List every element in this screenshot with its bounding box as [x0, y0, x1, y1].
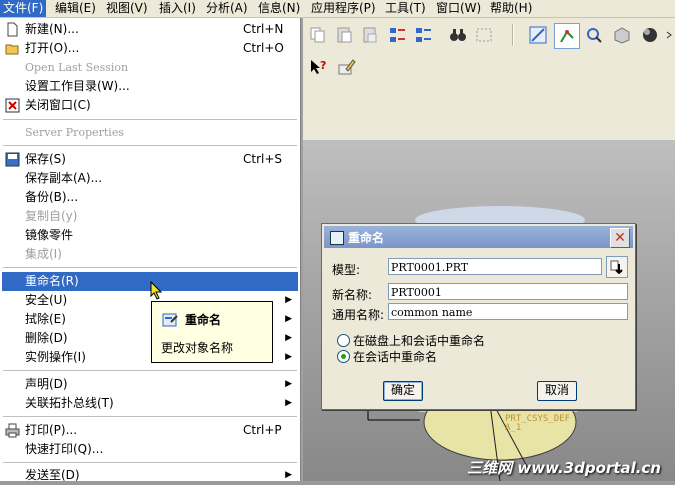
menu-item-quick-print[interactable]: 快速打印(Q)...: [2, 440, 298, 459]
context-help-icon[interactable]: ?: [306, 55, 330, 79]
menu-item-save[interactable]: 保存(S) Ctrl+S: [2, 150, 298, 169]
menu-item-open-last-session: Open Last Session: [25, 61, 129, 74]
menu-item-topology-bus[interactable]: 关联拓扑总线(T) ▶: [2, 394, 298, 413]
menu-bar: 文件(F) 编辑(E) 视图(V) 插入(I) 分析(A) 信息(N) 应用程序…: [0, 0, 675, 18]
new-file-icon: [5, 22, 20, 37]
submenu-arrow-icon: ▶: [285, 333, 292, 343]
radio-rename-disk-and-session[interactable]: [337, 334, 350, 347]
menu-edit[interactable]: 编辑(E): [52, 0, 99, 17]
rename-tooltip: 重命名 更改对象名称: [151, 301, 273, 363]
rename-icon: [162, 312, 178, 328]
menu-help[interactable]: 帮助(H): [487, 0, 535, 17]
ok-button[interactable]: 确定: [383, 381, 423, 401]
shading-icon[interactable]: [610, 23, 634, 47]
datum-display-icon[interactable]: [526, 23, 550, 47]
toolbar-row-1: [300, 20, 675, 51]
watermark: 三维网 www.3dportal.cn: [467, 459, 661, 477]
menu-item-set-working-directory[interactable]: 设置工作目录(W)...: [2, 77, 298, 96]
menu-view[interactable]: 视图(V): [103, 0, 151, 17]
select-model-button[interactable]: [606, 256, 628, 278]
menu-item-new[interactable]: 新建(N)... Ctrl+N: [2, 20, 298, 39]
paste-icon[interactable]: [332, 23, 356, 47]
select-arrow-icon: [610, 260, 623, 274]
toolbar-row-2: ?: [300, 52, 675, 83]
menu-item-integrate: 集成(I): [25, 247, 62, 261]
selection-box-icon[interactable]: [472, 23, 496, 47]
menu-item-close-window[interactable]: 关闭窗口(C): [2, 96, 298, 115]
mouse-cursor-icon: [150, 281, 163, 300]
open-folder-icon: [5, 41, 20, 56]
submenu-arrow-icon: ▶: [285, 295, 292, 305]
model-label: 模型:: [332, 263, 361, 277]
new-name-label: 新名称:: [332, 288, 373, 302]
radio-rename-disk-and-session-label: 在磁盘上和会话中重命名: [353, 334, 486, 348]
save-icon: [5, 152, 20, 167]
find-binoculars-icon[interactable]: [446, 23, 470, 47]
menu-tools[interactable]: 工具(T): [382, 0, 429, 17]
radio-rename-session-label: 在会话中重命名: [353, 350, 438, 364]
menu-insert[interactable]: 插入(I): [156, 0, 199, 17]
submenu-arrow-icon: ▶: [285, 352, 292, 362]
submenu-arrow-icon: ▶: [285, 314, 292, 324]
file-menu: 新建(N)... Ctrl+N 打开(O)... Ctrl+O Open Las…: [0, 18, 301, 482]
axis-label: A_1: [505, 423, 521, 433]
menu-item-declare[interactable]: 声明(D) ▶: [2, 375, 298, 394]
dialog-title: 重命名: [348, 231, 385, 245]
submenu-arrow-icon: ▶: [285, 398, 292, 408]
menu-item-copy-from: 复制自(y): [25, 209, 78, 223]
tooltip-title: 重命名: [185, 313, 222, 327]
menu-applications[interactable]: 应用程序(P): [308, 0, 379, 17]
menu-file[interactable]: 文件(F): [0, 0, 47, 17]
copy-icon[interactable]: [306, 23, 330, 47]
datum-axis-icon[interactable]: [554, 23, 580, 49]
menu-window[interactable]: 窗口(W): [433, 0, 484, 17]
print-icon: [5, 423, 20, 438]
radio-rename-session[interactable]: [337, 350, 350, 363]
toolbar-more-icon[interactable]: [662, 23, 675, 47]
menu-item-backup[interactable]: 备份(B)...: [2, 188, 298, 207]
menu-item-mirror-part[interactable]: 镜像零件: [2, 226, 298, 245]
rename-dialog: 重命名 ✕ 模型: PRT0001.PRT 新名称: PRT0001 通用名称:…: [321, 223, 636, 410]
dialog-app-icon: [330, 231, 344, 245]
regen-manager-icon[interactable]: [412, 23, 436, 47]
close-window-icon: [5, 98, 20, 113]
menu-item-save-copy[interactable]: 保存副本(A)...: [2, 169, 298, 188]
graphics-top-band: [300, 82, 675, 140]
common-name-field[interactable]: common name: [388, 303, 628, 320]
cancel-button[interactable]: 取消: [537, 381, 577, 401]
common-name-label: 通用名称:: [332, 308, 385, 322]
close-icon[interactable]: ✕: [610, 228, 630, 248]
sphere-shaded-icon[interactable]: [638, 23, 662, 47]
submenu-arrow-icon: ▶: [285, 379, 292, 389]
datum-point-icon[interactable]: [582, 23, 606, 47]
menu-item-server-properties: Server Properties: [25, 126, 124, 139]
menu-item-send-to[interactable]: 发送至(D) ▶: [2, 466, 298, 485]
toolbar: ?: [300, 18, 675, 82]
paste-special-icon[interactable]: [358, 23, 382, 47]
menu-item-print[interactable]: 打印(P)... Ctrl+P: [2, 421, 298, 440]
tooltip-description: 更改对象名称: [161, 341, 234, 355]
model-field[interactable]: PRT0001.PRT: [388, 258, 602, 275]
menu-info[interactable]: 信息(N): [255, 0, 303, 17]
edit-pencil-icon[interactable]: [334, 55, 358, 79]
dialog-title-bar[interactable]: 重命名 ✕: [324, 226, 633, 248]
submenu-arrow-icon: ▶: [285, 470, 292, 480]
menu-analysis[interactable]: 分析(A): [203, 0, 251, 17]
menu-item-open[interactable]: 打开(O)... Ctrl+O: [2, 39, 298, 58]
regenerate-icon[interactable]: [386, 23, 410, 47]
new-name-field[interactable]: PRT0001: [388, 283, 628, 300]
svg-text:?: ?: [320, 59, 326, 72]
